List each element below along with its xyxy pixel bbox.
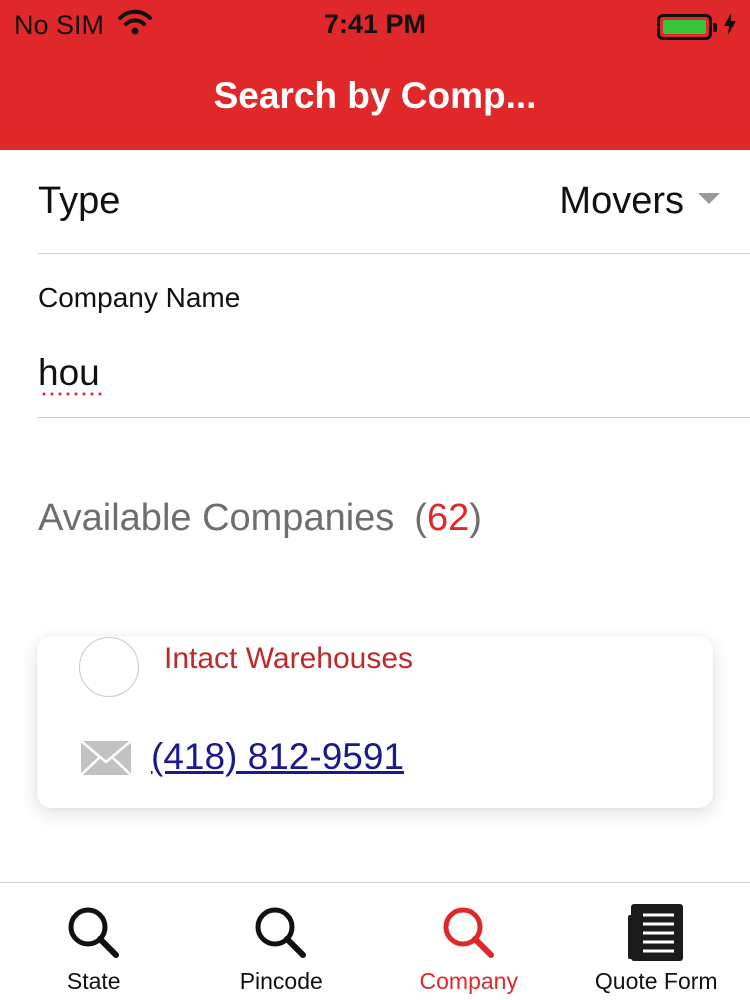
- dropdown-caret-icon[interactable]: [698, 193, 720, 204]
- document-icon: [626, 903, 686, 963]
- status-right: [657, 11, 736, 42]
- app-root: No SIM 7:41 PM Search by Comp... Type Mo…: [0, 0, 750, 1000]
- company-name-field: Company Name: [38, 254, 750, 418]
- mail-icon: [80, 740, 132, 781]
- header: No SIM 7:41 PM Search by Comp...: [0, 0, 750, 150]
- type-selector[interactable]: Type Movers: [38, 150, 750, 254]
- company-name[interactable]: Intact Warehouses: [164, 642, 413, 676]
- tab-company[interactable]: Company: [375, 883, 563, 1000]
- count-close-paren: ): [469, 497, 482, 539]
- search-icon: [439, 903, 499, 963]
- companies-count: 62: [426, 497, 470, 539]
- company-card[interactable]: Intact Warehouses (418) 812-9591: [37, 636, 713, 808]
- select-radio[interactable]: [79, 637, 139, 697]
- count-open-paren: (: [414, 497, 427, 539]
- tab-label: Pincode: [239, 968, 323, 994]
- count-wrapper: (62): [414, 497, 482, 539]
- tab-label: Quote Form: [594, 968, 718, 994]
- page-title: Search by Comp...: [213, 75, 537, 116]
- status-time: 7:41 PM: [323, 9, 427, 39]
- tab-quote-form[interactable]: Quote Form: [563, 883, 750, 1000]
- available-companies-heading: Available Companies (62): [38, 497, 482, 540]
- battery-icon: [657, 13, 717, 40]
- company-name-input[interactable]: [38, 352, 638, 394]
- spellcheck-underline: [40, 392, 102, 396]
- type-label: Type: [38, 180, 121, 222]
- tab-bar: State Pincode Company Quote Form: [0, 882, 750, 1000]
- charging-bolt-icon: [724, 11, 736, 42]
- status-bar: No SIM 7:41 PM: [0, 0, 750, 48]
- phone-link[interactable]: (418) 812-9591: [151, 736, 404, 778]
- tab-pincode[interactable]: Pincode: [188, 883, 376, 1000]
- company-name-label: Company Name: [38, 282, 241, 313]
- type-value[interactable]: Movers: [559, 180, 684, 223]
- tab-state[interactable]: State: [0, 883, 188, 1000]
- tab-label: Company: [419, 968, 518, 994]
- search-icon: [64, 903, 124, 963]
- available-companies-label: Available Companies: [38, 497, 395, 539]
- tab-label: State: [66, 968, 121, 994]
- search-icon: [251, 903, 311, 963]
